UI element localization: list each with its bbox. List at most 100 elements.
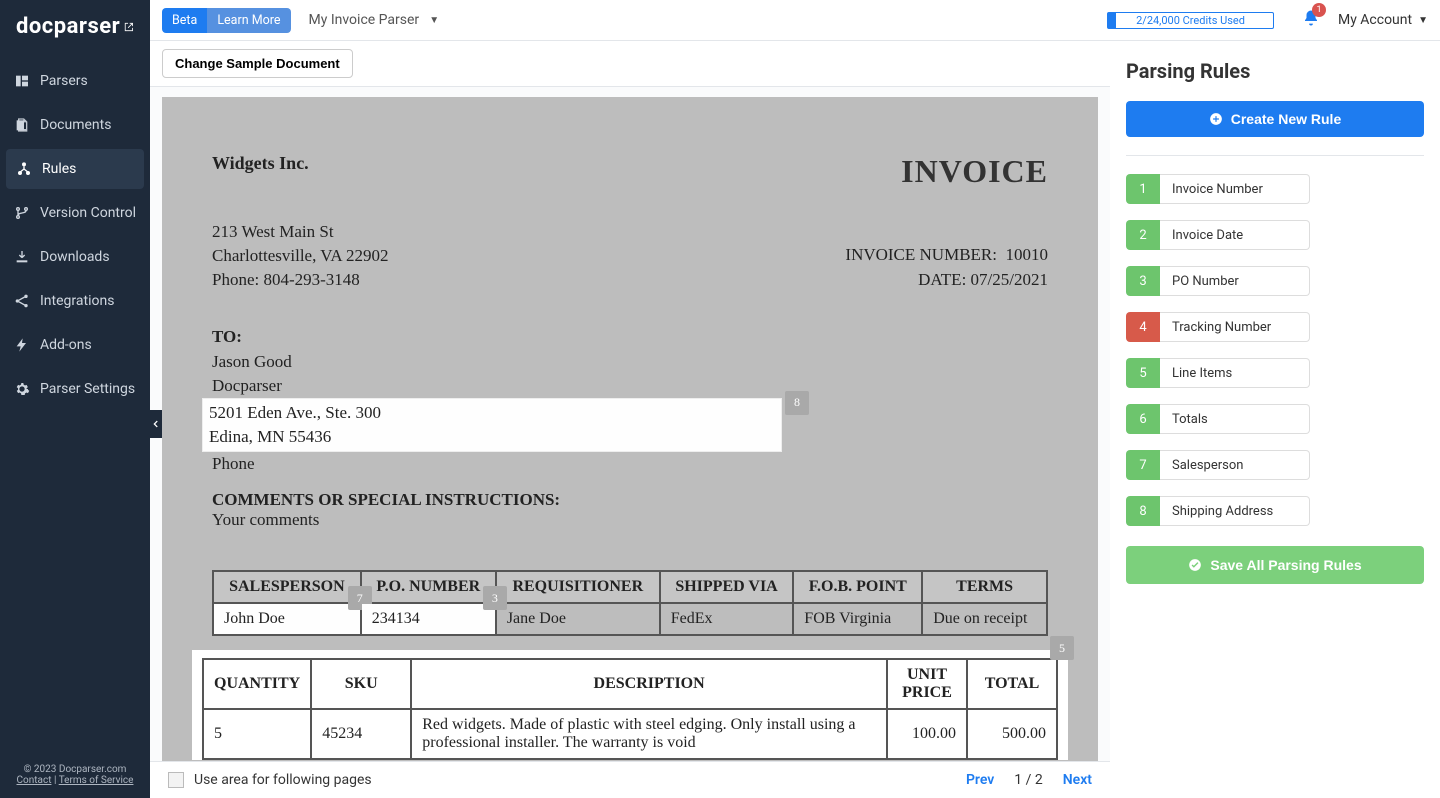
topbar: Beta Learn More My Invoice Parser ▼ 2/24… [150, 0, 1440, 41]
prev-button[interactable]: Prev [966, 772, 994, 788]
highlight-tag: 8 [785, 391, 809, 415]
rule-item[interactable]: 3PO Number [1126, 266, 1424, 296]
rule-item[interactable]: 2Invoice Date [1126, 220, 1424, 250]
comments-block: COMMENTS OR SPECIAL INSTRUCTIONS: Your c… [212, 490, 1048, 530]
documents-icon [14, 117, 30, 133]
rule-label: Invoice Number [1160, 174, 1310, 204]
sidebar-item-label: Parsers [40, 73, 88, 89]
document-preview[interactable]: Widgets Inc. INVOICE 213 West Main St Ch… [162, 97, 1098, 761]
bottom-bar: Use area for following pages Prev 1 / 2 … [150, 761, 1110, 798]
highlight-region-8[interactable]: 5201 Eden Ave., Ste. 300 Edina, MN 55436… [202, 398, 782, 452]
external-link-icon [124, 18, 134, 36]
share-icon [14, 293, 30, 309]
rule-item[interactable]: 7Salesperson [1126, 450, 1424, 480]
rule-number: 1 [1126, 174, 1160, 204]
sidebar-item-label: Downloads [40, 249, 110, 265]
rule-number: 8 [1126, 496, 1160, 526]
copyright: © 2023 Docparser.com [10, 764, 140, 775]
rules-icon [16, 161, 32, 177]
invoice-title: INVOICE [901, 153, 1048, 190]
sidebar-item-label: Add-ons [40, 337, 92, 353]
rules-title: Parsing Rules [1126, 59, 1424, 83]
use-area-label: Use area for following pages [194, 772, 372, 788]
sidebar-item-integrations[interactable]: Integrations [0, 279, 150, 323]
highlight-tag: 3 [483, 586, 507, 610]
sidebar-item-label: Rules [42, 161, 76, 177]
highlight-tag: 5 [1050, 636, 1074, 660]
rule-item[interactable]: 1Invoice Number [1126, 174, 1424, 204]
brand-text: docparser [16, 14, 120, 39]
contact-link[interactable]: Contact [17, 775, 52, 786]
sidebar-item-addons[interactable]: Add-ons [0, 323, 150, 367]
account-dropdown[interactable]: My Account ▼ [1338, 12, 1428, 28]
rule-label: Tracking Number [1160, 312, 1310, 342]
save-all-rules-button[interactable]: Save All Parsing Rules [1126, 546, 1424, 584]
download-icon [14, 249, 30, 265]
gear-icon [14, 381, 30, 397]
recipient-block: TO: Jason Good Docparser 5201 Eden Ave.,… [212, 325, 1048, 476]
rule-item[interactable]: 6Totals [1126, 404, 1424, 434]
sidebar-item-version-control[interactable]: Version Control [0, 191, 150, 235]
sidebar-item-documents[interactable]: Documents [0, 103, 150, 147]
credits-badge[interactable]: 2/24,000 Credits Used [1107, 12, 1274, 29]
learn-more-label: Learn More [207, 8, 290, 33]
rule-label: PO Number [1160, 266, 1310, 296]
sidebar-item-label: Integrations [40, 293, 114, 309]
sidebar-item-downloads[interactable]: Downloads [0, 235, 150, 279]
page-indicator: 1 / 2 [1014, 772, 1042, 788]
rules-panel: Parsing Rules Create New Rule 1Invoice N… [1110, 41, 1440, 798]
rule-item[interactable]: 4Tracking Number [1126, 312, 1424, 342]
next-button[interactable]: Next [1063, 772, 1092, 788]
line-items-table: QUANTITY SKU DESCRIPTION UNIT PRICE TOTA… [202, 658, 1058, 760]
rule-number: 4 [1126, 312, 1160, 342]
logo[interactable]: docparser [0, 0, 150, 53]
rule-label: Shipping Address [1160, 496, 1310, 526]
parsers-icon [14, 73, 30, 89]
beta-label: Beta [162, 8, 207, 33]
highlight-region-7[interactable]: John Doe 7 [213, 603, 361, 635]
pager: Prev 1 / 2 Next [966, 772, 1092, 788]
rule-list: 1Invoice Number 2Invoice Date 3PO Number… [1126, 155, 1424, 526]
change-sample-document-button[interactable]: Change Sample Document [162, 49, 353, 78]
bolt-icon [14, 337, 30, 353]
sidebar-item-label: Version Control [40, 205, 136, 221]
nav: Parsers Documents Rules Version Control … [0, 59, 150, 756]
rule-number: 2 [1126, 220, 1160, 250]
sidebar-item-label: Parser Settings [40, 381, 135, 397]
sidebar-item-parser-settings[interactable]: Parser Settings [0, 367, 150, 411]
rule-label: Salesperson [1160, 450, 1310, 480]
order-info-table: SALESPERSON P.O. NUMBER REQUISITIONER SH… [212, 570, 1048, 636]
plus-circle-icon [1209, 112, 1223, 126]
rule-item[interactable]: 8Shipping Address [1126, 496, 1424, 526]
sidebar: docparser Parsers Documents Rules Versio… [0, 0, 150, 798]
rule-number: 7 [1126, 450, 1160, 480]
invoice-meta: INVOICE NUMBER: 10010 DATE: 07/25/2021 [845, 243, 1048, 292]
sidebar-item-rules[interactable]: Rules [6, 149, 144, 189]
sidebar-item-parsers[interactable]: Parsers [0, 59, 150, 103]
rule-item[interactable]: 5Line Items [1126, 358, 1424, 388]
rule-number: 6 [1126, 404, 1160, 434]
parser-dropdown[interactable]: My Invoice Parser ▼ [309, 12, 440, 28]
highlight-region-5[interactable]: 5 QUANTITY SKU DESCRIPTION UNIT PRICE TO… [192, 650, 1068, 760]
rule-label: Invoice Date [1160, 220, 1310, 250]
check-circle-icon [1188, 558, 1202, 572]
sidebar-footer: © 2023 Docparser.com Contact | Terms of … [0, 756, 150, 798]
create-new-rule-button[interactable]: Create New Rule [1126, 101, 1424, 137]
highlight-region-3[interactable]: 234134 3 [361, 603, 496, 635]
branch-icon [14, 205, 30, 221]
doc-toolbar: Change Sample Document [150, 41, 1110, 87]
use-area-checkbox[interactable] [168, 772, 184, 788]
chevron-left-icon [151, 419, 161, 429]
parser-name: My Invoice Parser [309, 12, 420, 28]
save-rules-label: Save All Parsing Rules [1210, 557, 1361, 573]
caret-down-icon: ▼ [1418, 15, 1428, 26]
caret-down-icon: ▼ [429, 15, 439, 26]
create-rule-label: Create New Rule [1231, 111, 1341, 127]
rule-number: 3 [1126, 266, 1160, 296]
sidebar-item-label: Documents [40, 117, 111, 133]
tos-link[interactable]: Terms of Service [59, 775, 134, 786]
notifications-bell[interactable]: 1 [1302, 9, 1320, 31]
rule-label: Line Items [1160, 358, 1310, 388]
account-label: My Account [1338, 12, 1412, 28]
beta-badge[interactable]: Beta Learn More [162, 8, 291, 33]
